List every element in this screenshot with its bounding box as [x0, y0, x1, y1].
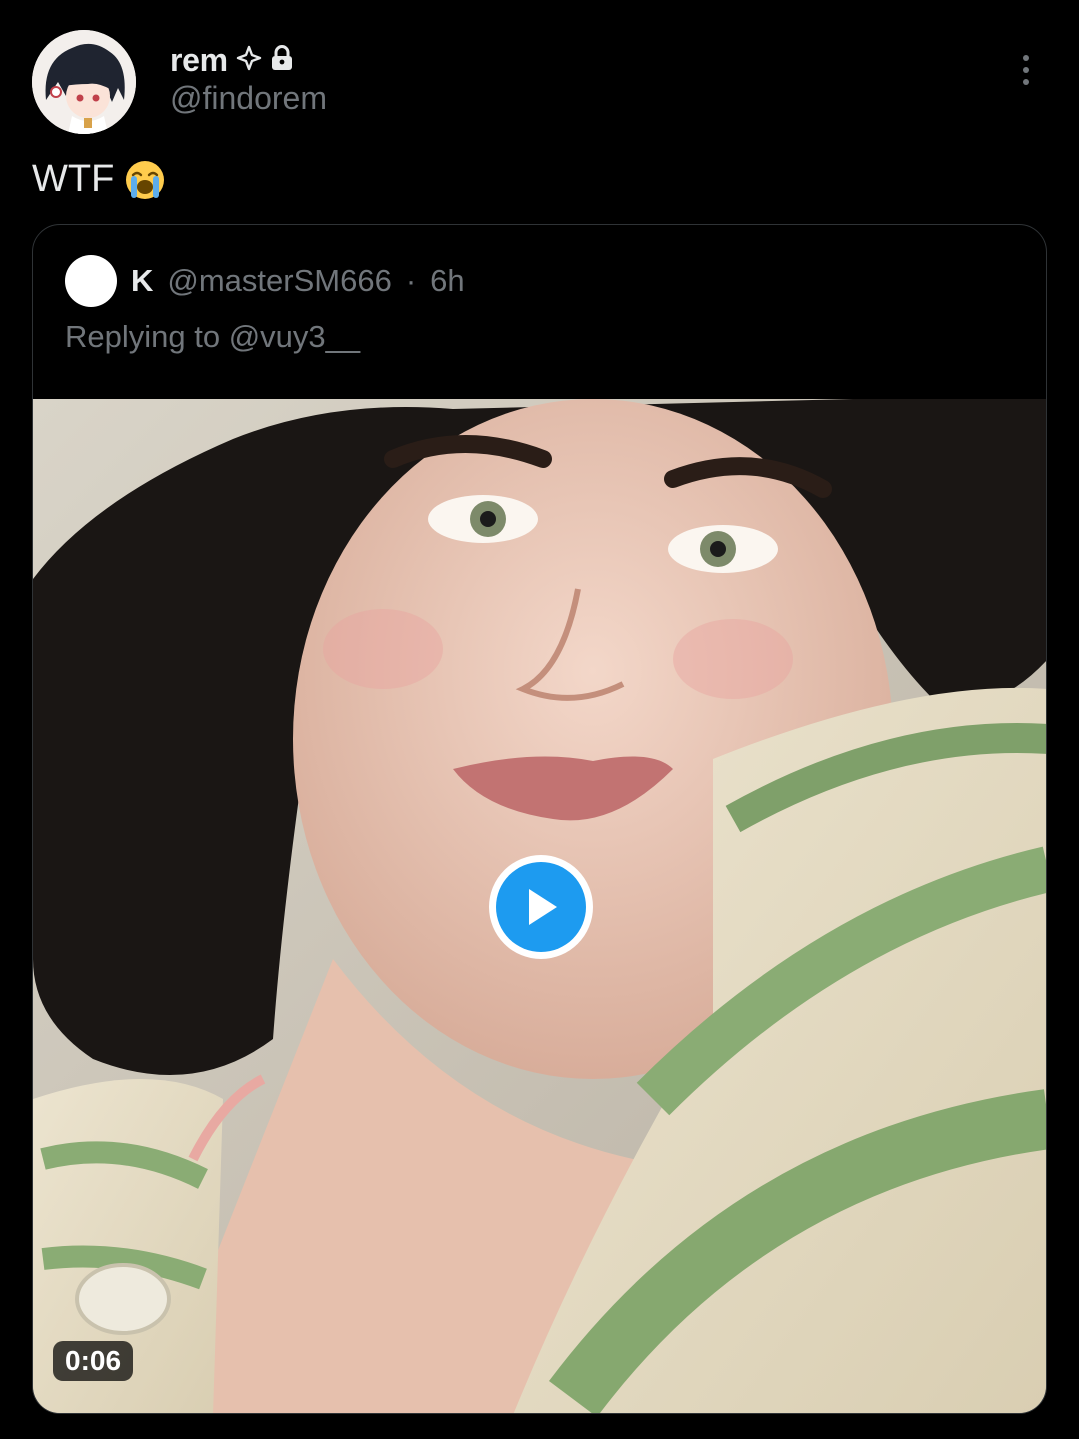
quoted-tweet-header: K @masterSM666 · 6h — [65, 255, 465, 307]
tweet-text-content: WTF — [32, 158, 115, 200]
quoted-tweet-card[interactable]: K @masterSM666 · 6h Replying to @vuy3__ — [32, 224, 1047, 1414]
more-vertical-icon[interactable] — [1010, 50, 1042, 90]
quoted-tweet-time[interactable]: 6h — [430, 263, 464, 299]
meta-separator: · — [405, 263, 417, 298]
author-handle[interactable]: @findorem — [170, 80, 327, 117]
video-media[interactable]: 0:06 — [33, 399, 1046, 1413]
play-button[interactable] — [489, 855, 593, 959]
author-name-row: rem — [170, 38, 294, 82]
quoted-author-display-name[interactable]: K — [131, 263, 153, 299]
tweet-text: WTF — [32, 158, 166, 201]
play-icon — [496, 862, 586, 952]
replying-to-label[interactable]: Replying to @vuy3__ — [65, 319, 360, 355]
author-avatar[interactable] — [32, 30, 136, 134]
quoted-author-handle[interactable]: @masterSM666 — [167, 263, 391, 299]
anime-avatar-image — [32, 30, 136, 134]
sparkle-outline-icon — [236, 45, 262, 76]
loudly-crying-face-emoji — [126, 160, 165, 199]
author-display-name[interactable]: rem — [170, 42, 228, 79]
quoted-author-avatar[interactable] — [65, 255, 117, 307]
video-duration-badge: 0:06 — [53, 1341, 134, 1381]
tweet-header: rem @findorem — [0, 0, 1079, 150]
lock-icon — [270, 44, 294, 76]
